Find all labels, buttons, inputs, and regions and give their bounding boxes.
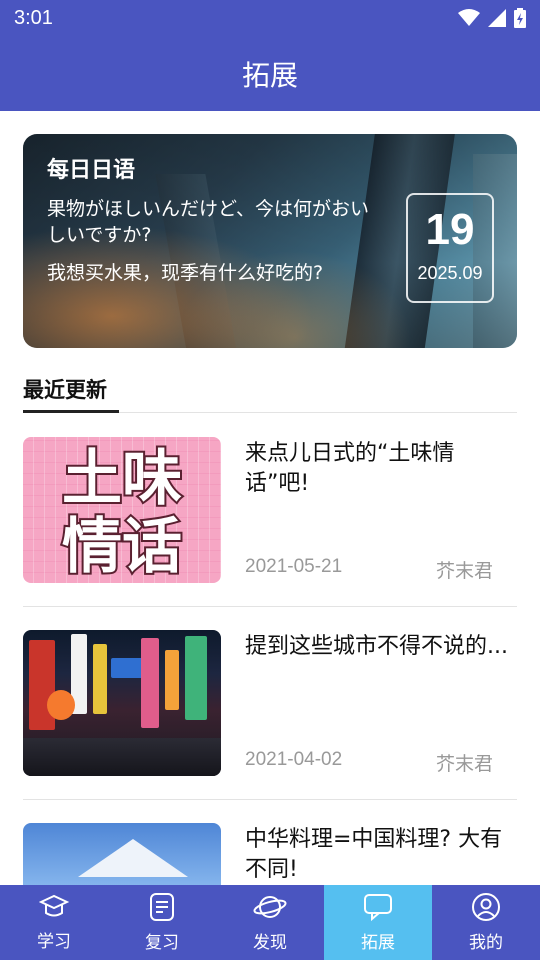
nav-label: 拓展: [361, 933, 395, 953]
section-underline: [23, 410, 119, 413]
date-box: 19 2025.09: [406, 193, 494, 303]
article-thumbnail: [23, 630, 221, 776]
nav-item-expand[interactable]: 拓展: [324, 885, 432, 960]
date-year-month: 2025.09: [417, 263, 483, 283]
thumbnail-sign: [185, 636, 207, 720]
article-date: 2021-05-21: [245, 556, 343, 577]
thumbnail-sign: [165, 650, 179, 710]
article-divider: [23, 799, 517, 800]
graduation-cap-icon: [39, 894, 69, 917]
document-icon: [150, 893, 174, 921]
planet-icon: [253, 896, 287, 918]
nav-label: 发现: [253, 933, 287, 953]
article-author: 芥末君: [435, 560, 493, 582]
status-time: 3:01: [14, 6, 53, 29]
article-thumbnail: [23, 823, 221, 885]
thumbnail-mountain: [78, 839, 188, 877]
nav-item-profile[interactable]: 我的: [432, 885, 540, 960]
thumbnail-sign: [47, 690, 75, 720]
date-day: 19: [425, 205, 475, 254]
battery-icon: [514, 8, 526, 28]
article-title: 来点儿日式的“土味情话”吧!: [245, 441, 455, 496]
nav-label: 复习: [145, 933, 179, 953]
daily-chinese-translation: 我想买水果，现季有什么好吃的?: [47, 262, 324, 284]
article-title: 中华料理=中国料理? 大有不同!: [245, 827, 503, 882]
thumbnail-sign: [93, 644, 107, 714]
nav-label: 我的: [469, 933, 503, 953]
app-bar: 拓展: [0, 36, 540, 111]
system-icons: [458, 8, 526, 28]
article-author: 芥末君: [435, 753, 493, 775]
article-date: 2021-04-02: [245, 749, 343, 770]
nav-item-study[interactable]: 学习: [0, 885, 108, 960]
thumbnail-text: 情话: [60, 512, 184, 582]
chat-bubble-icon: [364, 894, 392, 922]
wifi-icon: [458, 9, 480, 26]
page-title: 拓展: [241, 58, 298, 92]
nav-item-discover[interactable]: 发现: [216, 885, 324, 960]
article-item[interactable]: 土味 情话 来点儿日式的“土味情话”吧! 2021-05-21 芥末君: [23, 437, 517, 607]
status-bar: 3:01: [0, 0, 540, 36]
thumbnail-text: 土味: [60, 444, 184, 514]
section-title: 最近更新: [23, 378, 107, 402]
user-icon: [472, 893, 500, 921]
daily-card-heading: 每日日语: [47, 158, 136, 183]
article-title: 提到这些城市不得不说的...: [245, 634, 508, 659]
bottom-navigation: 学习 复习 发现 拓展 我的: [0, 885, 540, 960]
daily-japanese-card[interactable]: 每日日语 果物がほしいんだけど、今は何がおいしいですか? 我想买水果，现季有什么…: [23, 134, 517, 348]
nav-label: 学习: [37, 932, 71, 952]
signal-icon: [488, 9, 506, 27]
article-divider: [23, 606, 517, 607]
nav-item-review[interactable]: 复习: [108, 885, 216, 960]
thumbnail-sign: [141, 638, 159, 728]
daily-japanese-sentence: 果物がほしいんだけど、今は何がおいしいですか?: [47, 198, 370, 246]
thumbnail-crowd: [23, 738, 221, 776]
article-thumbnail: 土味 情话: [23, 437, 221, 583]
article-item[interactable]: 中华料理=中国料理? 大有不同!: [23, 823, 517, 885]
article-item[interactable]: 提到这些城市不得不说的... 2021-04-02 芥末君: [23, 630, 517, 800]
